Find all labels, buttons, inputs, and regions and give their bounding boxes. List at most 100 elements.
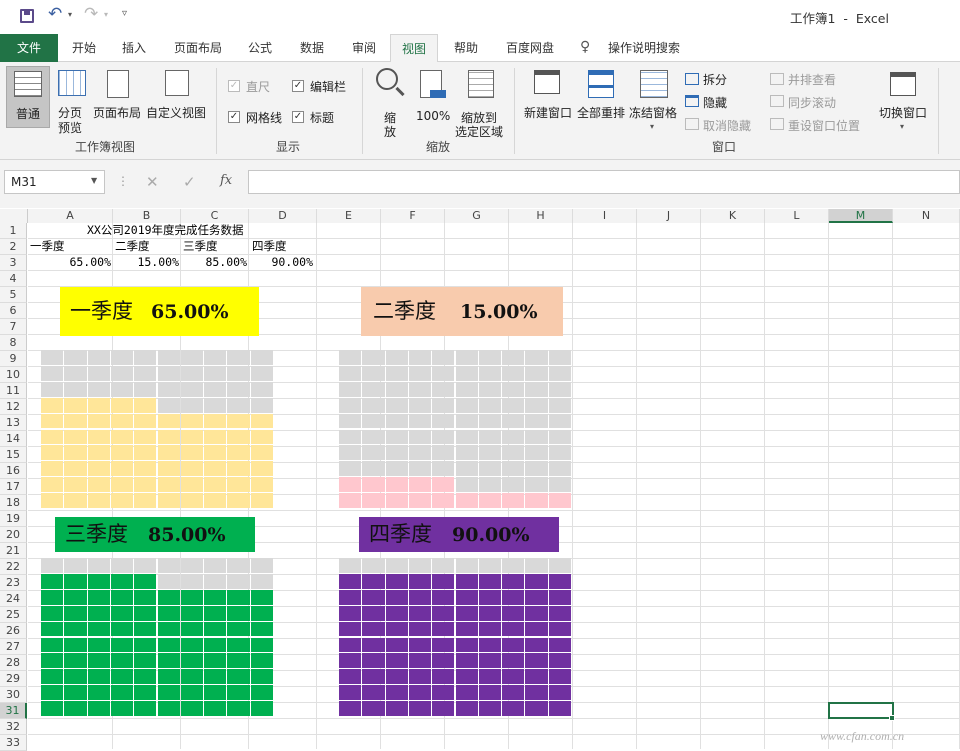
row-header-10[interactable]: 10 — [0, 367, 27, 383]
tell-me-search[interactable]: 操作说明搜索 — [602, 34, 686, 62]
split-button[interactable]: 拆分 — [703, 71, 727, 88]
waffle-cell — [548, 685, 571, 701]
row-header-9[interactable]: 9 — [0, 351, 27, 367]
column-header-n[interactable]: N — [893, 209, 960, 223]
column-header-k[interactable]: K — [701, 209, 765, 223]
cancel-icon[interactable]: ✕ — [146, 173, 159, 191]
column-header-i[interactable]: I — [573, 209, 637, 223]
row-header-16[interactable]: 16 — [0, 463, 27, 479]
gridlines-checkbox[interactable]: ✓ — [228, 111, 240, 123]
waffle-cell — [408, 413, 432, 429]
page-layout-button[interactable]: 页面布局 — [92, 66, 144, 128]
zoom-to-selection-button[interactable]: 缩放到 选定区域 — [452, 66, 508, 139]
row-header-13[interactable]: 13 — [0, 415, 27, 431]
column-header-e[interactable]: E — [317, 209, 381, 223]
row-header-31[interactable]: 31 — [0, 703, 27, 719]
row-header-29[interactable]: 29 — [0, 671, 27, 687]
row-header-6[interactable]: 6 — [0, 303, 27, 319]
normal-view-button[interactable]: 普通 — [6, 66, 50, 128]
redo-dropdown-icon[interactable]: ▾ — [104, 10, 108, 19]
tab-home[interactable]: 开始 — [62, 34, 106, 62]
unhide-button[interactable]: 取消隐藏 — [703, 117, 751, 134]
row-header-1[interactable]: 1 — [0, 223, 27, 239]
lightbulb-icon[interactable]: ♀ — [580, 39, 590, 55]
row-header-5[interactable]: 5 — [0, 287, 27, 303]
insert-function-icon[interactable]: fx — [220, 173, 232, 188]
row-header-7[interactable]: 7 — [0, 319, 27, 335]
column-header-f[interactable]: F — [381, 209, 445, 223]
row-header-19[interactable]: 19 — [0, 511, 27, 527]
name-box[interactable]: M31 ▼ — [4, 170, 105, 194]
row-header-26[interactable]: 26 — [0, 623, 27, 639]
name-box-dropdown-icon[interactable]: ▼ — [91, 176, 97, 185]
row-header-3[interactable]: 3 — [0, 255, 27, 271]
ruler-checkbox[interactable]: ✓ — [228, 80, 240, 92]
hide-button[interactable]: 隐藏 — [703, 94, 727, 111]
row-header-2[interactable]: 2 — [0, 239, 27, 255]
selected-cell-m31[interactable] — [828, 702, 894, 719]
undo-dropdown-icon[interactable]: ▾ — [68, 10, 72, 19]
row-header-18[interactable]: 18 — [0, 495, 27, 511]
reset-window-position-button[interactable]: 重设窗口位置 — [788, 117, 860, 134]
column-header-a[interactable]: A — [28, 209, 113, 223]
view-side-by-side-button[interactable]: 并排查看 — [788, 71, 836, 88]
select-all-corner[interactable] — [0, 209, 28, 223]
row-header-20[interactable]: 20 — [0, 527, 27, 543]
fill-handle[interactable] — [889, 715, 895, 721]
zoom-100-button[interactable]: 100% — [412, 66, 452, 128]
redo-icon[interactable]: ↷ — [84, 4, 98, 24]
enter-icon[interactable]: ✓ — [183, 173, 196, 191]
row-header-15[interactable]: 15 — [0, 447, 27, 463]
tab-baidu-netdisk[interactable]: 百度网盘 — [498, 34, 562, 62]
row-header-23[interactable]: 23 — [0, 575, 27, 591]
tab-data[interactable]: 数据 — [290, 34, 334, 62]
new-window-button[interactable]: 新建窗口 — [522, 66, 574, 128]
row-header-32[interactable]: 32 — [0, 719, 27, 735]
row-header-27[interactable]: 27 — [0, 639, 27, 655]
column-header-c[interactable]: C — [181, 209, 249, 223]
page-break-preview-button[interactable]: 分页 预览 — [52, 66, 92, 136]
switch-windows-button[interactable]: 切换窗口 ▾ — [874, 66, 932, 136]
column-header-g[interactable]: G — [445, 209, 509, 223]
headings-checkbox[interactable]: ✓ — [292, 111, 304, 123]
undo-icon[interactable]: ↶ — [48, 4, 62, 24]
row-header-28[interactable]: 28 — [0, 655, 27, 671]
custom-views-button[interactable]: 自定义视图 — [146, 66, 208, 128]
row-header-22[interactable]: 22 — [0, 559, 27, 575]
column-header-b[interactable]: B — [113, 209, 181, 223]
row-header-11[interactable]: 11 — [0, 383, 27, 399]
tab-file[interactable]: 文件 — [0, 34, 58, 62]
tab-insert[interactable]: 插入 — [112, 34, 156, 62]
tab-review[interactable]: 审阅 — [342, 34, 386, 62]
tab-view[interactable]: 视图 — [390, 34, 438, 63]
column-header-j[interactable]: J — [637, 209, 701, 223]
column-header-d[interactable]: D — [249, 209, 317, 223]
formula-bar-checkbox[interactable]: ✓ — [292, 80, 304, 92]
row-header-4[interactable]: 4 — [0, 271, 27, 287]
save-icon[interactable] — [20, 9, 34, 23]
waffle-cell — [204, 350, 227, 365]
tab-formulas[interactable]: 公式 — [238, 34, 282, 62]
freeze-panes-button[interactable]: 冻结窗格 ▾ — [628, 66, 680, 136]
formula-input[interactable] — [248, 170, 960, 194]
row-header-25[interactable]: 25 — [0, 607, 27, 623]
row-header-30[interactable]: 30 — [0, 687, 27, 703]
waffle-cell — [548, 413, 571, 429]
row-header-17[interactable]: 17 — [0, 479, 27, 495]
column-header-h[interactable]: H — [509, 209, 573, 223]
arrange-all-button[interactable]: 全部重排 — [576, 66, 628, 128]
row-header-21[interactable]: 21 — [0, 543, 27, 559]
customize-qat-icon[interactable]: ▿ — [122, 8, 127, 19]
sync-scroll-button[interactable]: 同步滚动 — [788, 94, 836, 111]
waffle-cell — [525, 637, 548, 653]
tab-page-layout[interactable]: 页面布局 — [166, 34, 230, 62]
row-header-24[interactable]: 24 — [0, 591, 27, 607]
row-header-14[interactable]: 14 — [0, 431, 27, 447]
zoom-button[interactable]: 缩 放 — [370, 66, 410, 139]
hide-icon — [685, 95, 699, 107]
tab-help[interactable]: 帮助 — [444, 34, 488, 62]
row-header-8[interactable]: 8 — [0, 335, 27, 351]
row-header-12[interactable]: 12 — [0, 399, 27, 415]
column-header-m[interactable]: M — [829, 209, 893, 223]
column-header-l[interactable]: L — [765, 209, 829, 223]
